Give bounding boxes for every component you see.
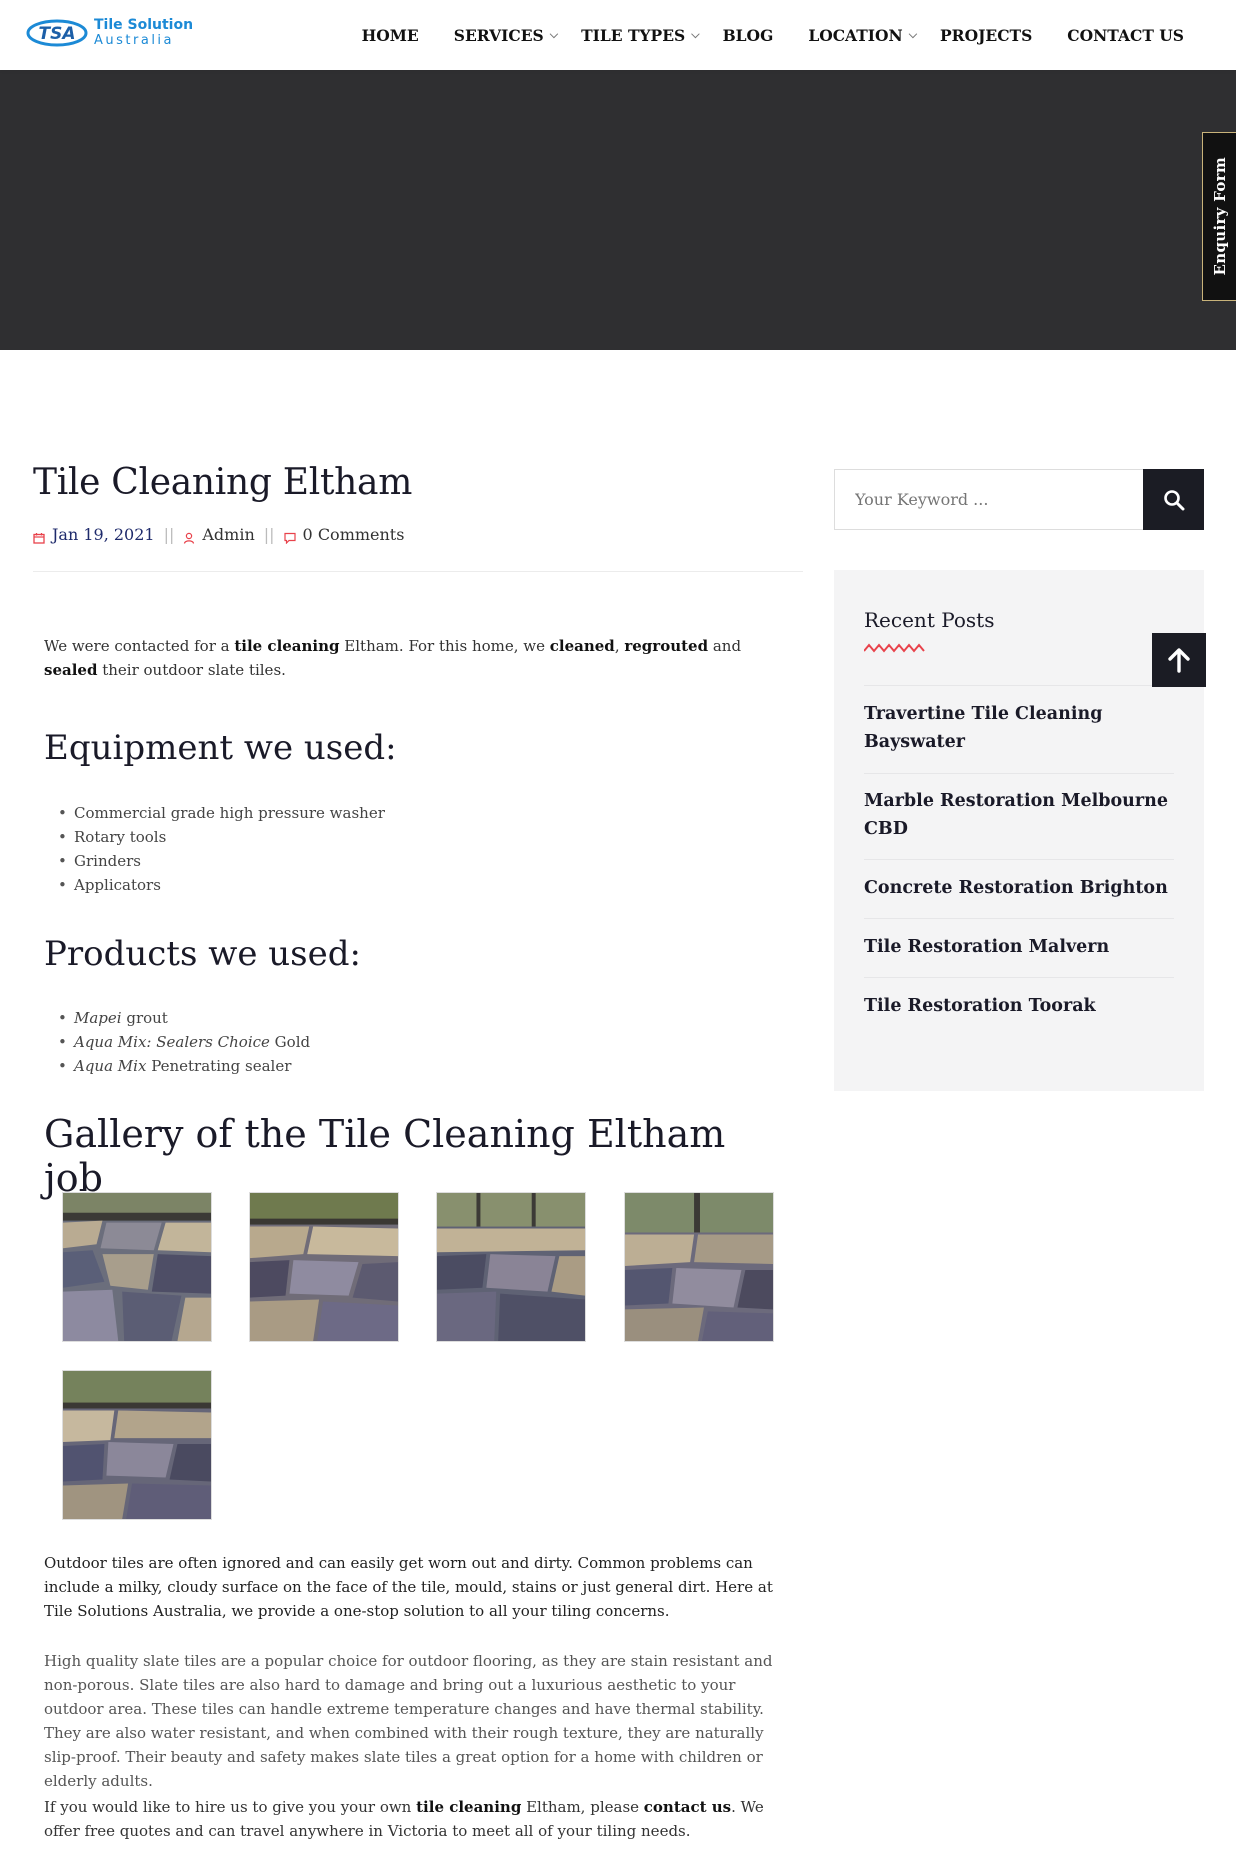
list-item: Aqua Mix Penetrating sealer [44,1054,794,1078]
logo-mark-icon: TSA [26,18,88,48]
post-divider [864,685,1174,686]
post-header: Tile Cleaning Eltham Jan 19, 2021 || Adm… [33,462,803,572]
post-divider [864,977,1174,978]
header-divider [33,571,803,572]
logo-line2: Australia [94,33,175,48]
hero-banner [0,70,1236,350]
slate-tile-photo [437,1193,585,1341]
list-item: Commercial grade high pressure washer [44,801,794,825]
gallery-image[interactable] [62,1370,212,1520]
recent-post-link[interactable]: Concrete Restoration Brighton [864,874,1174,902]
post-title: Tile Cleaning Eltham [33,462,413,503]
post-comments[interactable]: 0 Comments [303,525,405,544]
nav-services[interactable]: SERVICES ⌵ [454,26,558,45]
list-item: Aqua Mix: Sealers Choice Gold [44,1030,794,1054]
contact-us-link[interactable]: contact us [644,1798,731,1816]
calendar-icon [33,529,45,544]
logo-line1: Tile Solution [94,17,194,33]
slate-tile-photo [63,1193,211,1341]
svg-text:TSA: TSA [39,24,76,44]
body-paragraph-1: Outdoor tiles are often ignored and can … [44,1554,773,1620]
search-input[interactable] [834,469,1143,530]
recent-post-link[interactable]: Marble Restoration Melbourne CBD [864,787,1174,843]
nav-projects[interactable]: PROJECTS [940,26,1032,45]
main-nav: HOME SERVICES ⌵ TILE TYPES ⌵ BLOG LOCATION… [327,0,1184,70]
slate-tile-photo [250,1193,398,1341]
enquiry-form-label: Enquiry Form [1210,157,1229,276]
equipment-heading: Equipment we used: [44,728,397,768]
post-meta: Jan 19, 2021 || Admin || 0 Comments [33,525,803,544]
body-paragraph-3: If you would like to hire us to give you… [44,1798,764,1840]
user-icon [183,529,195,544]
site-header: TSA Tile Solution Australia HOME SERVICE… [0,0,1236,70]
slate-tile-photo [625,1193,773,1341]
widget-title: Recent Posts [864,608,995,632]
products-list: Mapei grout Aqua Mix: Sealers Choice Gol… [44,1006,794,1078]
site-logo[interactable]: TSA Tile Solution Australia [26,18,193,48]
recent-posts-widget: Recent Posts Travertine Tile Cleaning Ba… [834,570,1204,1091]
meta-separator: || [263,525,275,544]
list-item: Applicators [44,873,794,897]
post-divider [864,773,1174,774]
chevron-down-icon: ⌵ [691,28,700,41]
nav-location[interactable]: LOCATION ⌵ [808,26,917,45]
list-item: Mapei grout [44,1006,794,1030]
gallery-image[interactable] [436,1192,586,1342]
gallery-image[interactable] [249,1192,399,1342]
gallery-image[interactable] [624,1192,774,1342]
chevron-down-icon: ⌵ [908,28,918,41]
search-icon [1163,489,1184,510]
nav-contact-us[interactable]: CONTACT US [1067,26,1184,45]
post-author[interactable]: Admin [202,525,254,544]
recent-post-link[interactable]: Travertine Tile Cleaning Bayswater [864,700,1174,756]
post-divider [864,859,1174,860]
post-divider [864,918,1174,919]
intro-paragraph: We were contacted for a tile cleaning El… [44,637,742,679]
back-to-top-button[interactable] [1152,633,1206,687]
nav-home[interactable]: HOME [362,26,419,45]
slate-tile-photo [63,1371,211,1519]
comment-icon [283,529,296,544]
body-paragraph-2: High quality slate tiles are a popular c… [44,1652,773,1790]
enquiry-form-tab[interactable]: Enquiry Form [1202,132,1236,301]
wave-divider-icon [864,643,925,653]
nav-blog[interactable]: BLOG [723,26,774,45]
chevron-down-icon: ⌵ [549,28,559,41]
list-item: Rotary tools [44,825,794,849]
gallery-image[interactable] [62,1192,212,1342]
products-heading: Products we used: [44,934,361,974]
search-button[interactable] [1143,469,1204,530]
recent-post-link[interactable]: Tile Restoration Toorak [864,992,1174,1020]
equipment-list: Commercial grade high pressure washer Ro… [44,801,794,897]
arrow-up-icon [1168,648,1190,673]
tile-cleaning-link[interactable]: tile cleaning [416,1798,521,1816]
nav-tile-types[interactable]: TILE TYPES ⌵ [581,26,700,45]
list-item: Grinders [44,849,794,873]
sidebar-search [834,469,1204,530]
meta-separator: || [163,525,175,544]
post-date[interactable]: Jan 19, 2021 [52,525,155,544]
recent-post-link[interactable]: Tile Restoration Malvern [864,933,1174,961]
gallery-heading: Gallery of the Tile Cleaning Eltham job [44,1112,726,1200]
